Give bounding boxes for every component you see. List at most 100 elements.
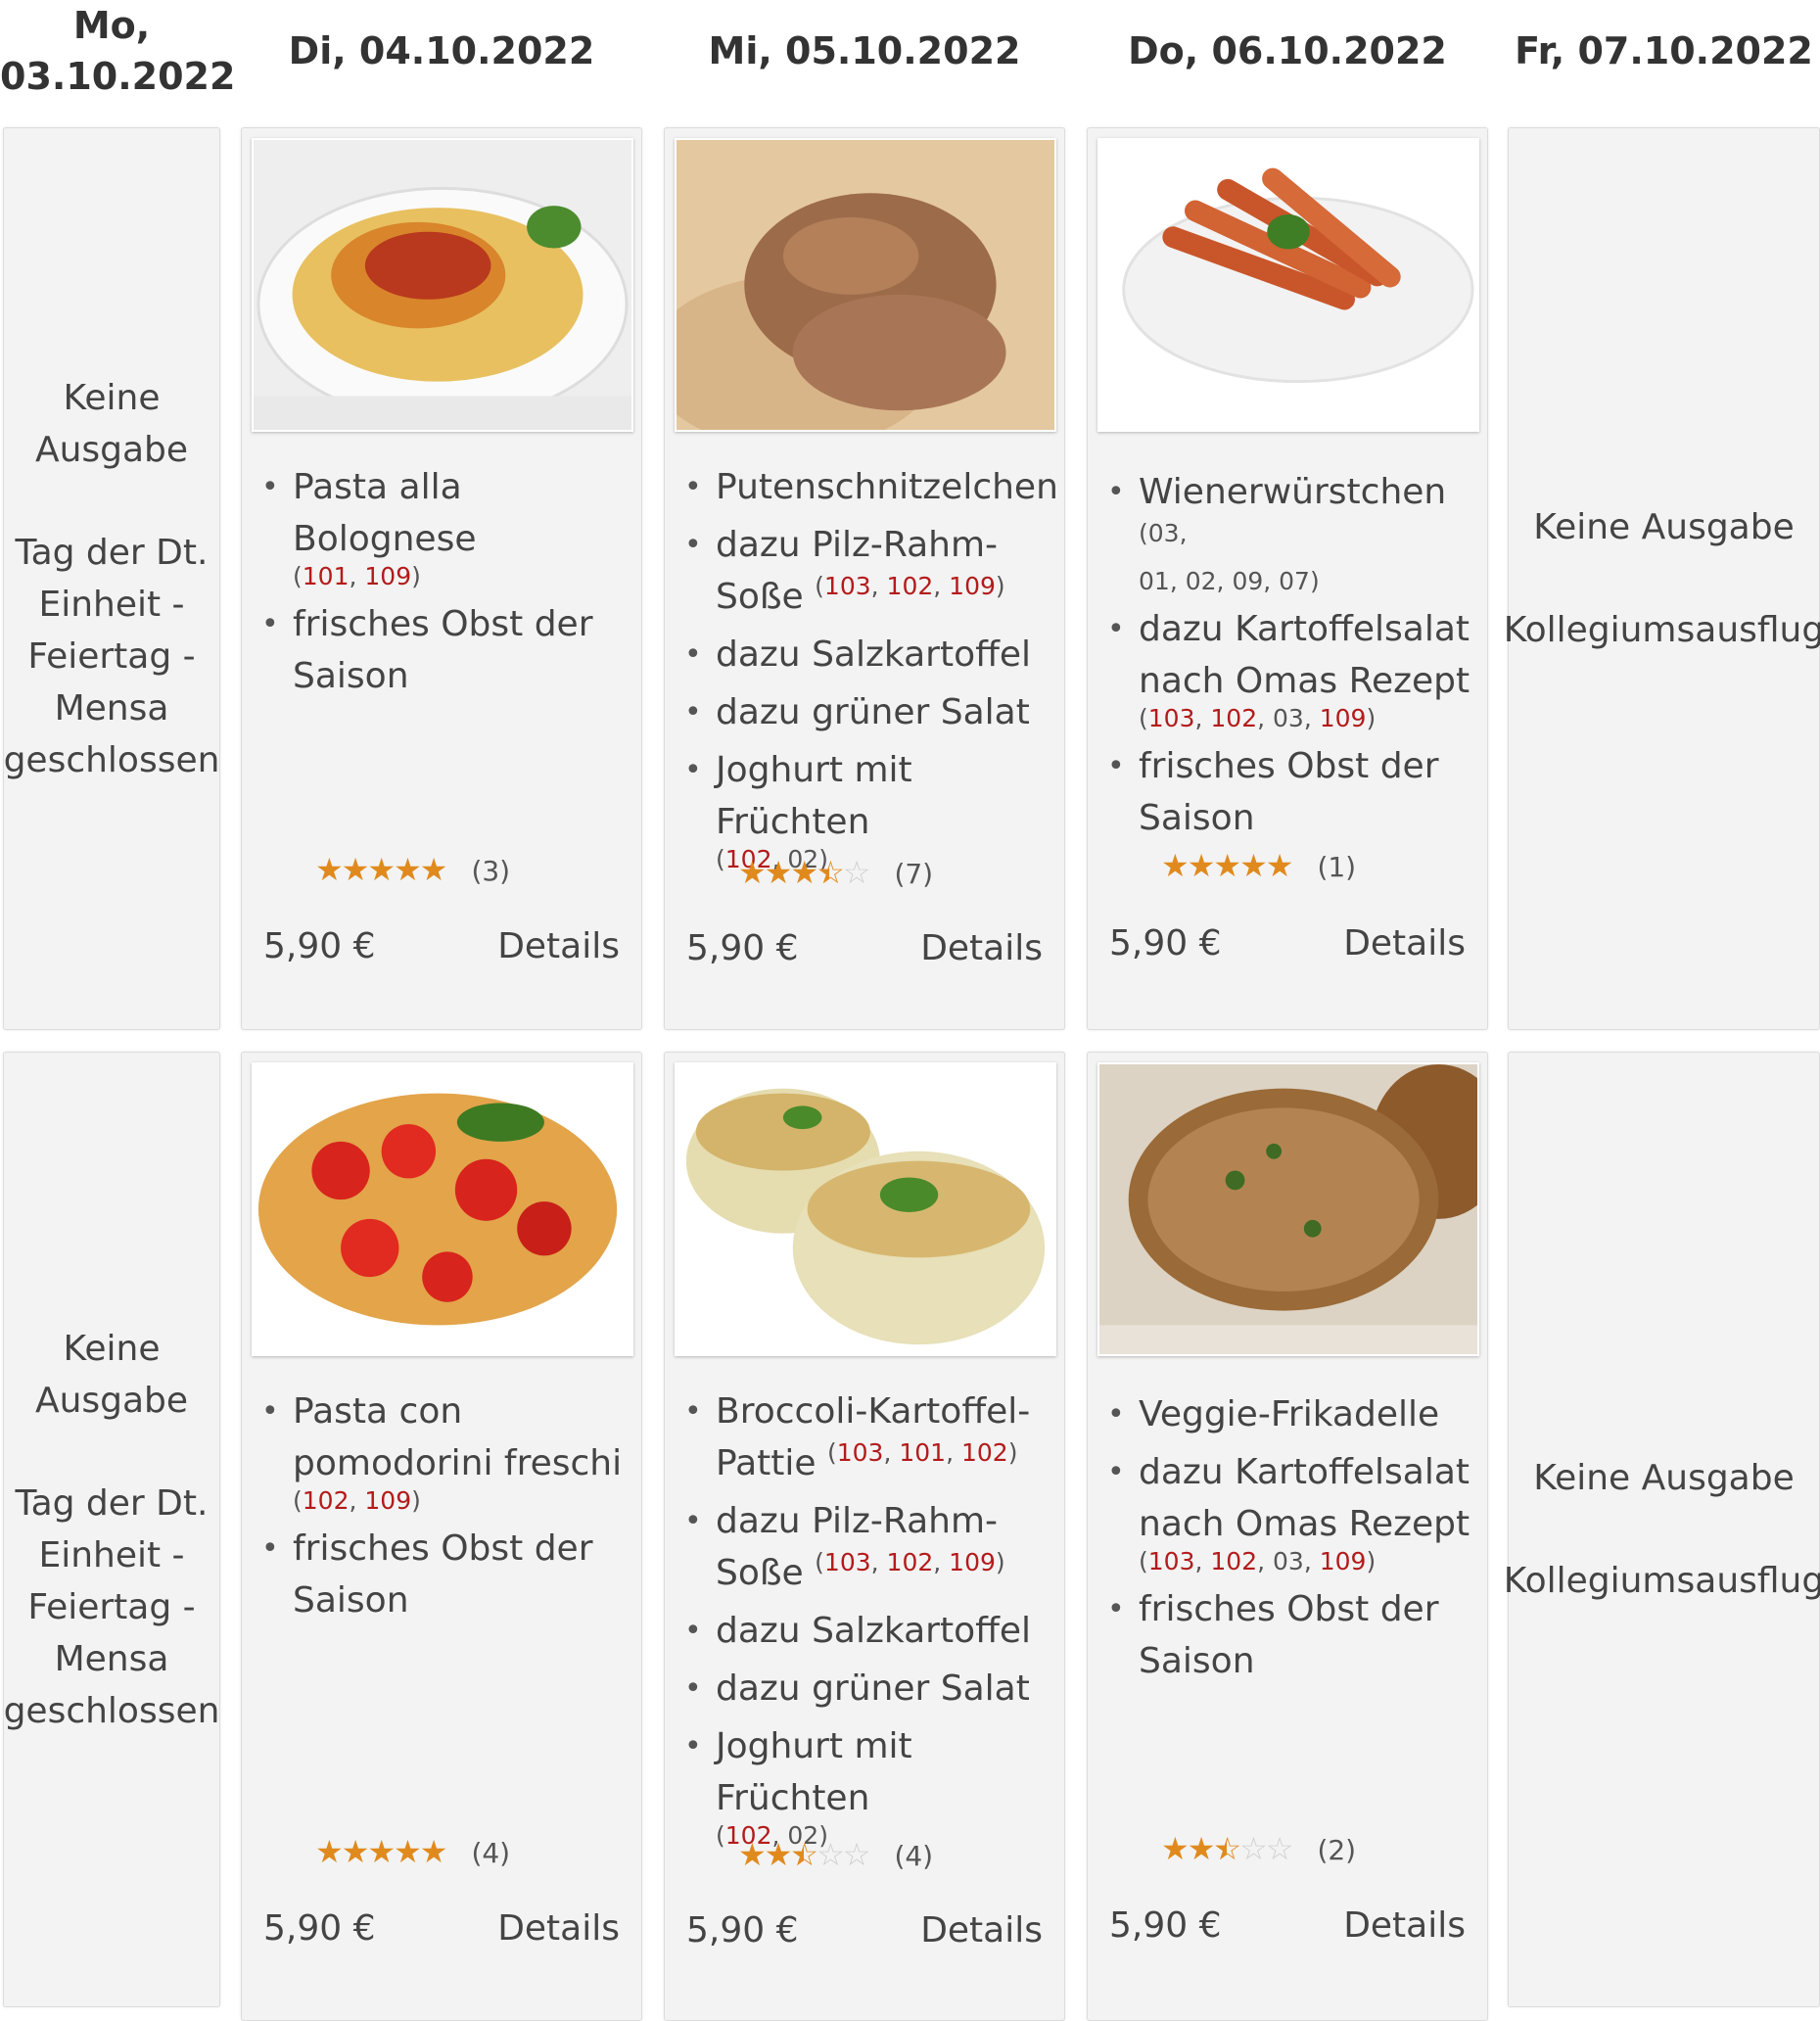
- meal-item: dazu Salzkartoffel: [684, 1605, 1049, 1657]
- price: 5,90 €: [686, 1910, 799, 1950]
- day-header-thursday: Do, 06.10.2022: [1128, 29, 1447, 72]
- details-link[interactable]: Details: [1343, 923, 1466, 964]
- price: 5,90 €: [1109, 923, 1222, 964]
- friday-closed-card: Keine Ausgabe Kollegiumsausflug: [1504, 127, 1820, 1030]
- closed-text: Keine: [63, 377, 161, 418]
- meal-item: Wienerwürstchen (03, 01, 02, 09, 07): [1107, 466, 1471, 597]
- star-rating-icon: ★★☆★☆☆: [738, 1836, 870, 1873]
- price: 5,90 €: [263, 1908, 376, 1949]
- meal-card[interactable]: Broccoli-Kartoffel-Pattie (103, 101, 102…: [664, 1052, 1065, 2021]
- price: 5,90 €: [686, 928, 799, 968]
- holiday-text: Tag der Dt.: [15, 532, 209, 573]
- meal-item: frisches Obst der Saison: [1107, 1583, 1471, 1687]
- allergen-codes: 01, 02, 09, 07): [1139, 567, 1320, 595]
- day-header-monday: Mo, 03.10.2022: [0, 0, 236, 102]
- meal-item: dazu Salzkartoffel: [684, 629, 1049, 681]
- meal-items: Pasta con pomodorini freschi (102, 109) …: [254, 1386, 626, 1632]
- star-rating-icon: ★★☆★☆☆: [1161, 1830, 1293, 1867]
- meal-card[interactable]: Pasta con pomodorini freschi (102, 109) …: [241, 1052, 642, 2021]
- star-rating-icon: ★★★☆★☆: [738, 854, 870, 891]
- meal-items: Pasta alla Bolognese (101, 109) frisches…: [254, 461, 626, 708]
- meal-item: dazu Pilz-Rahm-Soße (103, 102, 109): [684, 1495, 1049, 1599]
- price: 5,90 €: [263, 926, 376, 966]
- rating[interactable]: ★★★☆★☆ (7): [738, 854, 933, 891]
- meal-item: dazu Pilz-Rahm-Soße (103, 102, 109): [684, 519, 1049, 623]
- allergen-codes: (103, 102, 109): [815, 1548, 1005, 1576]
- meal-card[interactable]: Putenschnitzelchen dazu Pilz-Rahm-Soße (…: [664, 127, 1065, 1030]
- details-link[interactable]: Details: [920, 1910, 1043, 1950]
- meal-item: dazu grüner Salat: [684, 686, 1049, 738]
- meal-item: Joghurt mit Früchten (102, 02): [684, 1720, 1049, 1852]
- meal-card[interactable]: Wienerwürstchen (03, 01, 02, 09, 07) daz…: [1087, 127, 1488, 1030]
- holiday-text: Feiertag -: [27, 635, 196, 677]
- meal-item: Veggie-Frikadelle: [1107, 1388, 1471, 1440]
- allergen-codes: (103, 102, 03, 109): [1139, 1547, 1377, 1575]
- holiday-text: Feiertag -: [27, 1586, 196, 1627]
- meal-card[interactable]: Veggie-Frikadelle dazu Kartoffelsalat na…: [1087, 1052, 1488, 2021]
- holiday-text: Einheit -: [38, 584, 185, 625]
- monday-closed-card: Keine Ausgabe Tag der Dt. Einheit - Feie…: [3, 127, 220, 1030]
- meal-photo: [675, 1062, 1056, 1356]
- holiday-text: Mensa: [54, 687, 169, 728]
- meal-item: frisches Obst der Saison: [1107, 740, 1471, 844]
- meal-photo: [675, 138, 1056, 432]
- meal-card[interactable]: Pasta alla Bolognese (101, 109) frisches…: [241, 127, 642, 1030]
- details-link[interactable]: Details: [920, 928, 1043, 968]
- star-rating-icon: ★★★★★: [315, 1833, 447, 1870]
- allergen-codes: (103, 102, 03, 109): [1139, 704, 1377, 732]
- allergen-codes: (102, 109): [293, 1486, 421, 1515]
- meal-photo: [252, 1062, 633, 1356]
- star-rating-icon: ★★★★★: [1161, 847, 1293, 884]
- rating[interactable]: ★★★★★ (4): [315, 1833, 510, 1870]
- day-header-friday: Fr, 07.10.2022: [1515, 29, 1813, 72]
- rating[interactable]: ★★★★★ (1): [1161, 847, 1356, 884]
- rating-count: (2): [1317, 1834, 1357, 1866]
- price: 5,90 €: [1109, 1905, 1222, 1946]
- meal-item: frisches Obst der Saison: [261, 1523, 626, 1626]
- holiday-text: Einheit -: [38, 1534, 185, 1575]
- closed-reason: Kollegiumsausflug: [1503, 610, 1820, 650]
- allergen-codes: (103, 101, 102): [826, 1438, 1018, 1467]
- meal-items: Wienerwürstchen (03, 01, 02, 09, 07) daz…: [1099, 466, 1471, 850]
- allergen-codes: (03,: [1139, 519, 1188, 547]
- meal-item: frisches Obst der Saison: [261, 598, 626, 702]
- rating-count: (1): [1317, 851, 1357, 883]
- details-link[interactable]: Details: [497, 926, 620, 966]
- details-link[interactable]: Details: [497, 1908, 620, 1949]
- meal-photo: [1097, 138, 1479, 432]
- rating[interactable]: ★★★★★ (3): [315, 851, 510, 888]
- meal-items: Veggie-Frikadelle dazu Kartoffelsalat na…: [1099, 1388, 1471, 1693]
- meal-photo: [252, 138, 633, 432]
- holiday-text: geschlossen: [3, 1690, 220, 1731]
- rating[interactable]: ★★☆★☆☆ (4): [738, 1836, 933, 1873]
- meal-item: Putenschnitzelchen: [684, 461, 1058, 513]
- meal-items: Broccoli-Kartoffel-Pattie (103, 101, 102…: [677, 1386, 1049, 1852]
- details-link[interactable]: Details: [1343, 1905, 1466, 1946]
- day-header-date: 03.10.2022: [0, 55, 236, 98]
- rating-count: (7): [894, 858, 934, 890]
- rating-count: (4): [471, 1837, 511, 1869]
- meal-item: dazu Kartoffelsalat nach Omas Rezept (10…: [1107, 603, 1471, 734]
- monday-closed-card: Keine Ausgabe Tag der Dt. Einheit - Feie…: [3, 1052, 220, 2007]
- friday-closed-card: Keine Ausgabe Kollegiumsausflug: [1504, 1052, 1820, 2007]
- closed-text: Keine: [63, 1328, 161, 1369]
- rating-count: (4): [894, 1840, 934, 1872]
- meal-item: dazu grüner Salat: [684, 1663, 1049, 1715]
- holiday-text: Tag der Dt.: [15, 1482, 209, 1524]
- day-header-tuesday: Di, 04.10.2022: [288, 29, 595, 72]
- allergen-codes: (101, 109): [293, 562, 421, 590]
- closed-text: Keine Ausgabe: [1533, 507, 1795, 547]
- meal-item: Pasta con pomodorini freschi (102, 109): [261, 1386, 626, 1517]
- allergen-codes: (103, 102, 109): [815, 572, 1005, 600]
- holiday-text: geschlossen: [3, 739, 220, 780]
- closed-text: Ausgabe: [34, 1380, 189, 1421]
- holiday-text: Mensa: [54, 1638, 169, 1679]
- rating-count: (3): [471, 855, 511, 887]
- closed-text: Ausgabe: [34, 429, 189, 470]
- rating[interactable]: ★★☆★☆☆ (2): [1161, 1830, 1356, 1867]
- star-rating-icon: ★★★★★: [315, 851, 447, 888]
- meal-item: dazu Kartoffelsalat nach Omas Rezept (10…: [1107, 1446, 1471, 1577]
- closed-text: Keine Ausgabe: [1533, 1458, 1795, 1498]
- meal-items: Putenschnitzelchen dazu Pilz-Rahm-Soße (…: [677, 461, 1058, 875]
- day-header-label: Mo,: [72, 4, 151, 47]
